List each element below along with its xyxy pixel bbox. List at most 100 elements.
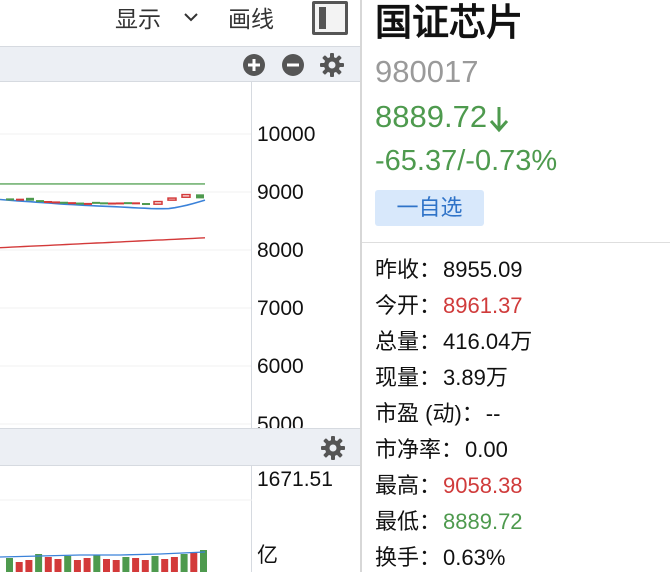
stat-prev-close: 昨收：8955.09: [375, 254, 665, 290]
stat-open: 今开：8961.37: [375, 290, 665, 326]
layout-toggle-icon[interactable]: [312, 1, 348, 35]
stat-value: 0.63%: [443, 545, 506, 570]
main-chart-header: [0, 46, 360, 82]
stat-value: 8955.09: [443, 257, 523, 282]
candlestick: [76, 202, 84, 205]
stat-pb: 市净率：0.00: [375, 434, 665, 470]
stat-label: 今开：: [375, 293, 442, 318]
stat-high: 最高：9058.38: [375, 470, 665, 506]
stat-value: --: [485, 401, 501, 426]
candlestick: [52, 201, 60, 204]
volume-bar: [190, 552, 198, 572]
lower-band-line: [0, 237, 206, 249]
stat-label: 最高：: [375, 473, 442, 498]
stat-label: 昨收：: [375, 257, 442, 282]
volume-bar: [161, 559, 169, 572]
y-tick-label: 10000: [257, 123, 316, 146]
volume-axis: 1671.51 亿: [252, 466, 360, 572]
stock-code: 980017: [375, 54, 479, 89]
candlestick: [181, 193, 191, 198]
volume-bar: [93, 555, 101, 572]
candlestick: [44, 200, 52, 203]
volume-chart[interactable]: 1671.51 亿: [0, 466, 360, 572]
candlestick: [153, 200, 163, 205]
stat-volume: 总量：416.04万: [375, 326, 665, 362]
price-value: 8889.72: [375, 99, 488, 134]
zoom-out-icon[interactable]: [281, 53, 305, 77]
stat-current-volume: 现量：3.89万: [375, 362, 665, 398]
stat-value: 0.00: [465, 437, 508, 462]
stat-value: 3.89万: [443, 365, 508, 390]
volume-plot: [0, 466, 252, 572]
candlestick: [26, 197, 34, 201]
stat-value: 8961.37: [443, 293, 523, 318]
volume-bar: [200, 550, 207, 572]
volume-bar: [112, 560, 120, 572]
gear-icon[interactable]: [321, 436, 345, 460]
volume-bar: [141, 560, 149, 572]
volume-bar: [180, 554, 188, 572]
stat-value: 416.04万: [443, 329, 533, 354]
candlestick: [84, 202, 92, 205]
volume-bar: [6, 558, 13, 572]
candlestick: [100, 202, 108, 205]
arrow-down-icon: [489, 106, 509, 133]
stat-pe-dynamic: 市盈 (动)：--: [375, 398, 665, 434]
stat-value: 9058.38: [443, 473, 523, 498]
candlestick: [116, 202, 124, 205]
volume-average-line: [0, 551, 206, 558]
stat-turnover: 换手：0.63%: [375, 542, 665, 572]
stat-low: 最低：8889.72: [375, 506, 665, 542]
stats-list: 昨收：8955.09 今开：8961.37 总量：416.04万 现量：3.89…: [375, 254, 665, 572]
candlestick: [167, 197, 177, 201]
volume-max-label: 1671.51: [257, 468, 333, 491]
candlestick-plot: [0, 82, 252, 428]
candlestick: [36, 200, 44, 203]
stock-price: 8889.72: [375, 97, 509, 137]
y-tick-label: 9000: [257, 181, 304, 204]
volume-bar: [15, 562, 23, 572]
volume-bar: [122, 557, 130, 572]
y-tick-label: 8000: [257, 239, 304, 262]
stat-label: 换手：: [375, 545, 442, 570]
remove-watchlist-button[interactable]: 一自选: [375, 190, 484, 226]
volume-bar: [132, 558, 140, 572]
chart-pane: 显示 画线 10000 9000 8000 7000 6000 5000 167…: [0, 0, 360, 572]
candlestick: [60, 201, 68, 204]
volume-chart-header: [0, 428, 360, 466]
y-tick-label: 5000: [257, 413, 304, 428]
draw-line-button[interactable]: 画线: [228, 4, 274, 34]
candlestick: [132, 202, 140, 205]
candlestick-chart[interactable]: 10000 9000 8000 7000 6000 5000: [0, 82, 360, 428]
stat-label: 总量：: [375, 329, 442, 354]
stock-name: 国证芯片: [375, 2, 523, 43]
candlestick: [108, 202, 116, 205]
volume-bar: [83, 558, 91, 572]
price-change: -65.37/-0.73%: [375, 145, 558, 177]
volume-bar: [54, 559, 62, 572]
volume-bar: [44, 557, 52, 572]
candlestick: [196, 194, 204, 199]
volume-bar: [25, 560, 33, 572]
chevron-down-icon[interactable]: [184, 12, 198, 22]
candlestick: [16, 198, 24, 201]
gear-icon[interactable]: [320, 53, 344, 77]
volume-bar: [73, 560, 81, 572]
volume-bar: [64, 556, 72, 572]
volume-bar: [170, 557, 178, 572]
volume-bar: [151, 556, 159, 572]
stat-label: 市净率：: [375, 437, 464, 462]
candlestick: [142, 203, 150, 206]
stat-value: 8889.72: [443, 509, 523, 534]
zoom-in-icon[interactable]: [242, 53, 266, 77]
stat-label: 现量：: [375, 365, 442, 390]
stock-info-panel: 国证芯片 980017 8889.72 -65.37/-0.73% 一自选 昨收…: [362, 0, 670, 572]
chart-toolbar: 显示 画线: [0, 0, 360, 38]
volume-unit-label: 亿: [257, 544, 278, 567]
y-tick-label: 6000: [257, 355, 304, 378]
stat-label: 市盈 (动)：: [375, 401, 484, 426]
price-axis: 10000 9000 8000 7000 6000 5000: [252, 82, 360, 428]
display-menu-button[interactable]: 显示: [115, 4, 161, 34]
candlestick: [68, 202, 76, 205]
candlestick: [6, 198, 14, 201]
